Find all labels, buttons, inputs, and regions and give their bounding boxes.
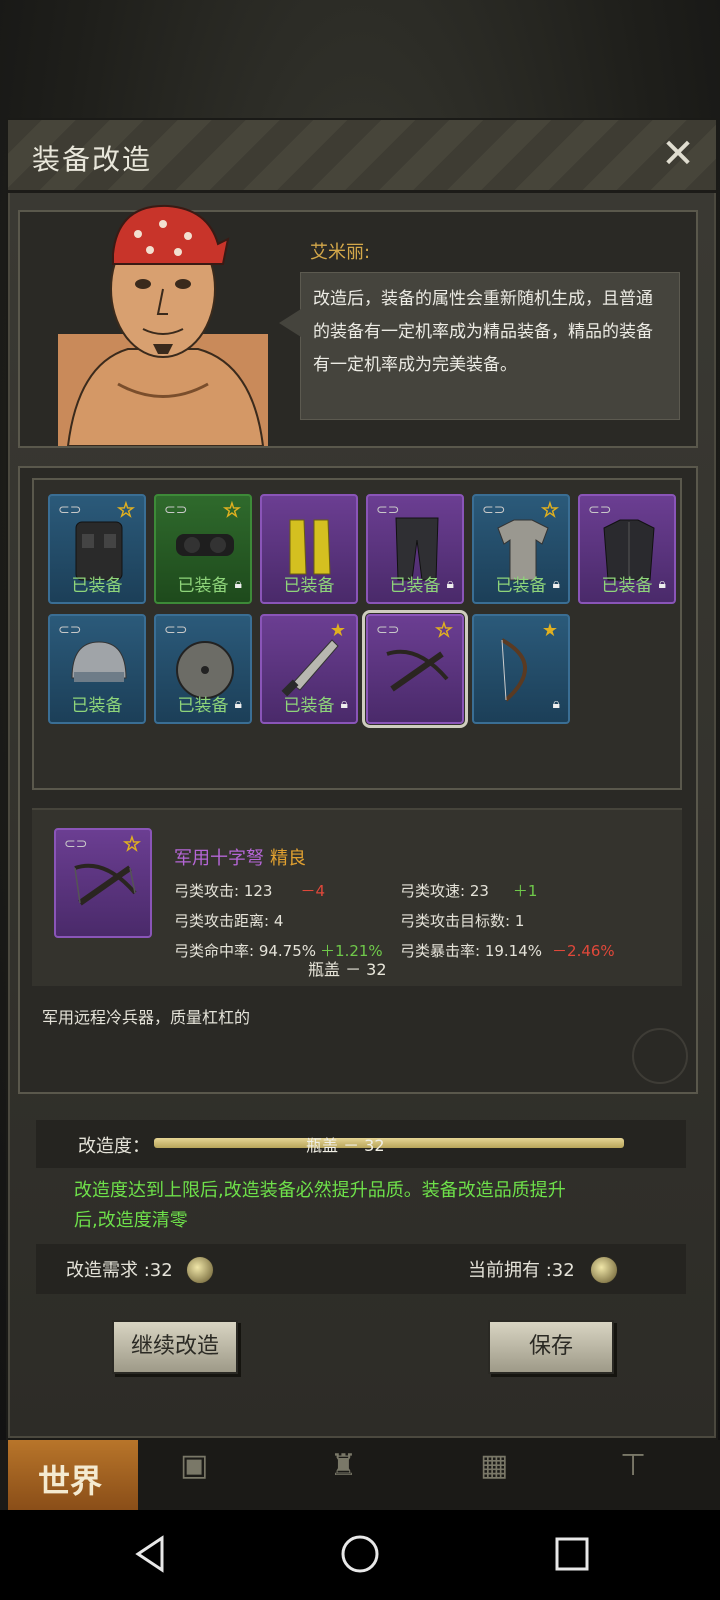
world-tab-label: 世界 <box>38 1462 103 1500</box>
inventory-slot-yellow-boots[interactable]: 已装备 <box>260 494 358 604</box>
lock-icon: 🔒︎ <box>552 576 560 592</box>
main-panel: ⊂⊃ ★ 已装备 ⊂⊃ ★ 已装备 🔒︎ 已装备 ⊂⊃ 已装备 🔒︎ ⊂⊃ ★ 已装备 🔒︎ ⊂⊃ 已装备 🔒︎ ⊂… <box>18 466 698 1094</box>
bottom-nav: 世界 ▣ ♜ ▦ ⊤ <box>0 1440 720 1510</box>
inventory-slot-jacket[interactable]: ⊂⊃ 已装备 🔒︎ <box>578 494 676 604</box>
lock-icon: 🔒︎ <box>340 696 348 712</box>
recurve-bow-icon <box>501 638 527 702</box>
lock-icon: 🔒︎ <box>552 696 560 712</box>
home-icon[interactable] <box>338 1532 382 1576</box>
inventory-slot-round-shield[interactable]: ⊂⊃ 已装备 🔒︎ <box>154 614 252 724</box>
requirement-need: 改造需求 :32 <box>66 1260 173 1281</box>
equipment-modify-dialog: 装备改造 ✕ 艾米丽: 改造后，装备的属性会重新随机生成，且普通的装备有一定机率 <box>6 118 718 1440</box>
item-name-text: 军用十字弩 <box>174 848 264 869</box>
item-quality: 精良 <box>270 848 306 869</box>
inventory-slot-night-vision-goggles[interactable]: ⊂⊃ ★ 已装备 🔒︎ <box>154 494 252 604</box>
stat-speed-label: 弓类攻速: 23 <box>400 882 489 900</box>
recents-icon[interactable] <box>550 1532 594 1576</box>
stat-crit: 弓类暴击率: 19.14% －2.46% <box>400 940 615 961</box>
stat-hit-label: 弓类命中率: 94.75% <box>174 942 317 960</box>
lock-icon: 🔒︎ <box>234 696 242 712</box>
bottle-cap-icon <box>186 1256 214 1284</box>
modification-panel: 改造度： 瓶盖 － 32 <box>36 1120 686 1168</box>
stat-attack-label: 弓类攻击: 123 <box>174 882 273 900</box>
lock-icon: 🔒︎ <box>446 576 454 592</box>
android-nav-bar <box>0 1510 720 1600</box>
backpack-icon[interactable]: ▣ <box>180 1448 208 1483</box>
stat-range-label: 弓类攻击距离: 4 <box>174 912 284 930</box>
requirement-panel: 改造需求 :32 当前拥有 :32 <box>36 1244 686 1294</box>
crossbow-icon <box>74 863 137 906</box>
bottle-cap-icon <box>590 1256 618 1284</box>
radiation-icon <box>632 1028 688 1084</box>
modification-progress-bar <box>154 1138 624 1148</box>
dialog-title: 装备改造 <box>32 143 153 176</box>
item-name: 军用十字弩 精良 <box>174 844 306 870</box>
continue-modify-button[interactable]: 继续改造 <box>112 1320 238 1374</box>
equipped-label: 已装备 <box>71 576 123 596</box>
stat-targets-label: 弓类攻击目标数: 1 <box>400 912 525 930</box>
back-icon[interactable] <box>128 1532 172 1576</box>
stat-attack-delta: －4 <box>300 882 325 900</box>
npc-name: 艾米丽: <box>310 242 371 263</box>
npc-speech-bubble: 改造后，装备的属性会重新随机生成，且普通的装备有一定机率成为精品装备，精品的装备… <box>279 272 680 420</box>
equipped-label: 已装备 <box>283 576 335 596</box>
world-tab[interactable]: 世界 <box>8 1440 138 1510</box>
stat-attack: 弓类攻击: 123 －4 <box>174 880 325 901</box>
caps-overlay-text: 瓶盖 － 32 <box>308 960 387 979</box>
title-bar: 装备改造 ✕ <box>8 120 716 193</box>
map-grid-icon[interactable]: ▦ <box>480 1448 508 1483</box>
stat-crit-delta: －2.46% <box>552 942 615 960</box>
stat-range: 弓类攻击距离: 4 <box>174 910 283 931</box>
inventory-slot-helmet[interactable]: ⊂⊃ 已装备 <box>48 614 146 724</box>
close-button[interactable]: ✕ <box>658 134 698 174</box>
stat-targets: 弓类攻击目标数: 1 <box>400 910 524 931</box>
item-description: 军用远程冷兵器，质量杠杠的 <box>42 1008 251 1027</box>
item-detail: ⊂⊃ ★ 军用十字弩 精良 弓类攻击: 123 －4 弓类攻速: 23 ＋1 弓类攻击… <box>32 808 682 986</box>
crossbow-icon <box>386 649 449 692</box>
inventory-slot-machete[interactable]: ★ 已装备 🔒︎ <box>260 614 358 724</box>
inventory-slot-combat-pants[interactable]: ⊂⊃ 已装备 🔒︎ <box>366 494 464 604</box>
lock-icon: 🔒︎ <box>234 576 242 592</box>
requirement-owned: 当前拥有 :32 <box>468 1260 575 1281</box>
npc-portrait <box>58 184 268 446</box>
modification-info: 改造度达到上限后,改造装备必然提升品质。装备改造品质提升后,改造度清零 <box>74 1180 566 1231</box>
equipped-label: 已装备 <box>71 696 123 716</box>
inventory-grid: ⊂⊃ ★ 已装备 ⊂⊃ ★ 已装备 🔒︎ 已装备 ⊂⊃ 已装备 🔒︎ ⊂⊃ ★ 已装备 🔒︎ ⊂⊃ 已装备 🔒︎ ⊂… <box>32 478 682 790</box>
lock-icon: 🔒︎ <box>658 576 666 592</box>
stat-speed: 弓类攻速: 23 ＋1 <box>400 880 537 901</box>
stat-crit-label: 弓类暴击率: 19.14% <box>400 942 543 960</box>
character-icon[interactable]: ♜ <box>330 1448 357 1483</box>
stat-speed-delta: ＋1 <box>512 882 538 900</box>
inventory-slot-recurve-bow[interactable]: ★ 🔒︎ <box>472 614 570 724</box>
save-button[interactable]: 保存 <box>488 1320 614 1374</box>
inventory-slot-crossbow[interactable]: ⊂⊃ ★ <box>362 610 468 728</box>
modification-label: 改造度： <box>78 1136 150 1157</box>
modification-bar-text: 瓶盖 － 32 <box>306 1136 385 1155</box>
detail-item-icon: ⊂⊃ ★ <box>54 828 152 938</box>
npc-panel: 艾米丽: 改造后，装备的属性会重新随机生成，且普通的装备有一定机率成为精品装备，… <box>18 204 698 448</box>
inventory-slot-shirt[interactable]: ⊂⊃ ★ 已装备 🔒︎ <box>472 494 570 604</box>
inventory-slot-tactical-vest[interactable]: ⊂⊃ ★ 已装备 <box>48 494 146 604</box>
workbench-icon[interactable]: ⊤ <box>620 1448 646 1483</box>
